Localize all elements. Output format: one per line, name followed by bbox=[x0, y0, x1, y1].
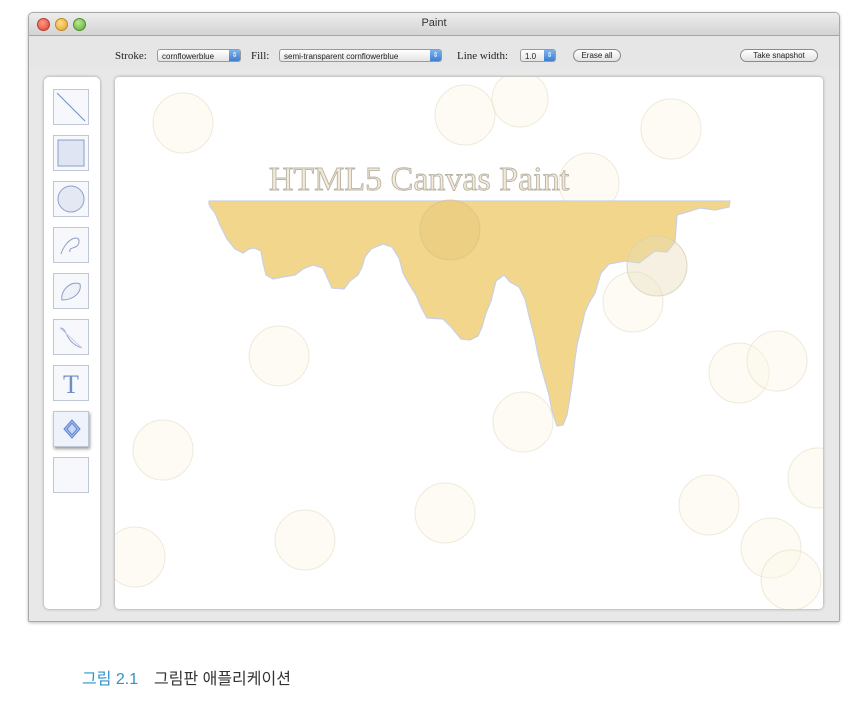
circle-shape bbox=[760, 549, 822, 609]
erase-all-button[interactable]: Erase all bbox=[573, 49, 621, 62]
controls-bar: Stroke: cornflowerblue ⇕ Fill: semi-tran… bbox=[29, 36, 839, 68]
stroke-label: Stroke: bbox=[115, 50, 147, 62]
circle-shape bbox=[787, 447, 823, 509]
circle-shape bbox=[248, 325, 310, 387]
circle-shape bbox=[274, 509, 336, 571]
select-arrows-icon: ⇕ bbox=[229, 50, 240, 61]
select-arrows-icon: ⇕ bbox=[544, 50, 555, 61]
line-icon bbox=[56, 92, 86, 122]
slinky-tool[interactable] bbox=[53, 411, 89, 447]
stroke-select[interactable]: cornflowerblue ⇕ bbox=[157, 49, 241, 62]
circle-shape bbox=[492, 391, 554, 453]
circle-tool[interactable] bbox=[53, 181, 89, 217]
line-width-label: Line width: bbox=[457, 50, 509, 62]
fill-select-value: semi-transparent cornflowerblue bbox=[284, 52, 399, 61]
drawing-canvas[interactable]: HTML5 Canvas Paint bbox=[115, 77, 823, 609]
figure-caption: 그림판 애플리케이션 bbox=[154, 671, 291, 688]
fill-select[interactable]: semi-transparent cornflowerblue ⇕ bbox=[279, 49, 442, 62]
circle-shape bbox=[414, 482, 476, 544]
path-tool[interactable] bbox=[53, 227, 89, 263]
stroke-select-value: cornflowerblue bbox=[162, 52, 215, 61]
text-tool[interactable]: T bbox=[53, 365, 89, 401]
figure-number: 그림 2.1 bbox=[82, 671, 139, 688]
closed-path-tool[interactable] bbox=[53, 273, 89, 309]
curve-tool[interactable] bbox=[53, 319, 89, 355]
circle-shape bbox=[678, 474, 740, 536]
circle-icon bbox=[57, 185, 85, 213]
circle-shape bbox=[115, 526, 166, 588]
closed-path-icon bbox=[61, 282, 81, 301]
line-tool[interactable] bbox=[53, 89, 89, 125]
take-snapshot-button[interactable]: Take snapshot bbox=[740, 49, 818, 62]
eraser-tool[interactable] bbox=[53, 457, 89, 493]
curve-icon bbox=[59, 327, 83, 349]
text-icon: T bbox=[63, 370, 79, 399]
line-width-select[interactable]: 1.0 ⇕ bbox=[520, 49, 556, 62]
circle-shape bbox=[640, 98, 702, 160]
circle-shape bbox=[491, 77, 549, 128]
paint-window: Paint Stroke: cornflowerblue ⇕ Fill: sem… bbox=[28, 12, 840, 622]
rectangle-icon bbox=[57, 139, 85, 167]
canvas-drawing: HTML5 Canvas Paint bbox=[115, 77, 823, 609]
circle-shape bbox=[434, 84, 496, 146]
slinky-icon bbox=[63, 419, 81, 439]
svg-text:T: T bbox=[63, 370, 79, 399]
eraser-icon bbox=[54, 458, 88, 492]
circle-shape bbox=[132, 419, 194, 481]
path-icon bbox=[60, 237, 80, 255]
circle-shape bbox=[152, 92, 214, 154]
line-width-value: 1.0 bbox=[525, 52, 537, 61]
window-title: Paint bbox=[421, 17, 447, 29]
rectangle-tool[interactable] bbox=[53, 135, 89, 171]
title-bar: Paint bbox=[29, 13, 839, 36]
canvas-title-text: HTML5 Canvas Paint bbox=[269, 161, 570, 198]
circle-shape bbox=[626, 235, 688, 297]
fill-label: Fill: bbox=[251, 50, 270, 62]
select-arrows-icon: ⇕ bbox=[430, 50, 441, 61]
circle-shape bbox=[419, 199, 481, 261]
circle-shape bbox=[746, 330, 808, 392]
tool-palette: T bbox=[44, 77, 100, 609]
